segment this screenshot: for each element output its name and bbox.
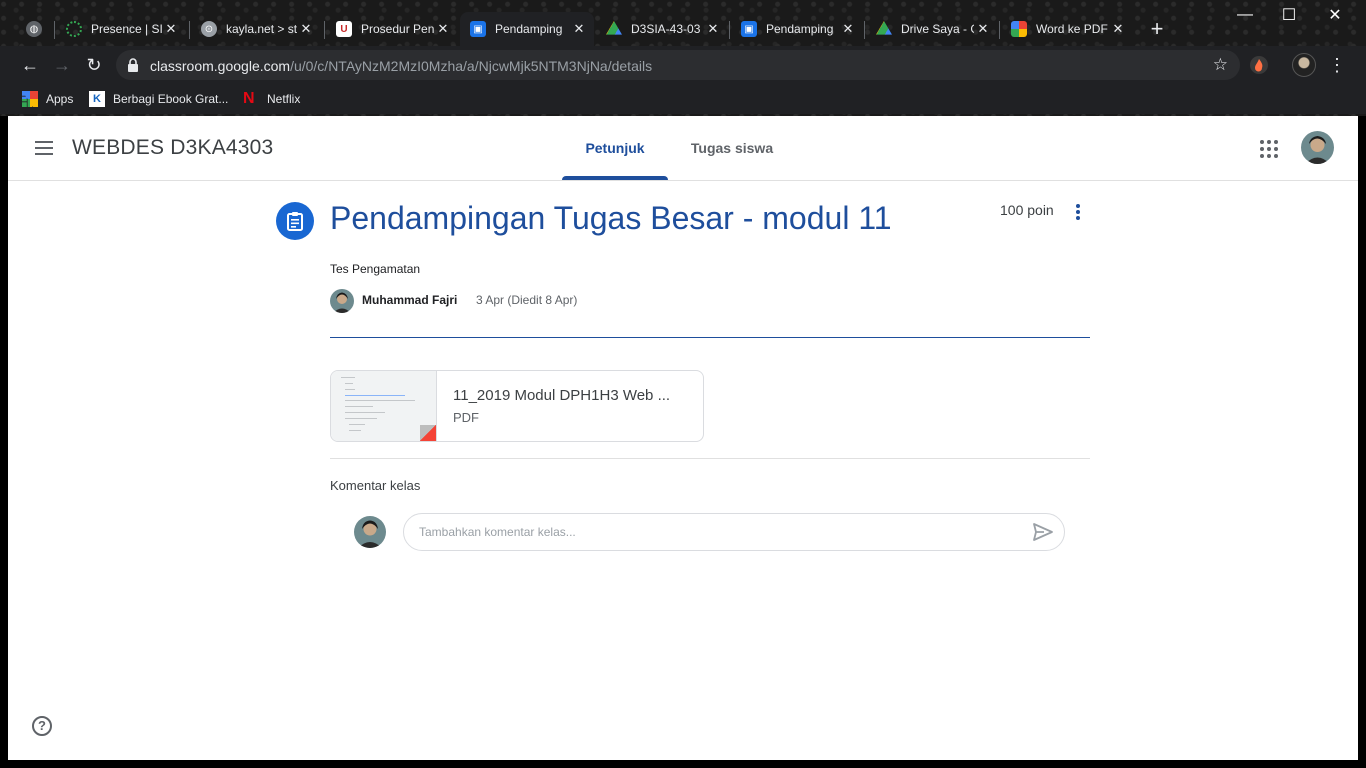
classroom-icon: ▣ <box>741 21 757 37</box>
more-options-icon[interactable] <box>1072 204 1084 224</box>
browser-tab-pendampingan[interactable]: ▣ Pendamping ✕ <box>731 12 863 46</box>
assignment-title: Pendampingan Tugas Besar - modul 11 <box>330 200 892 236</box>
address-bar[interactable]: classroom.google.com/u/0/c/NTAyNzM2MzI0M… <box>116 50 1240 80</box>
word-pdf-icon <box>1011 21 1027 37</box>
bookmark-star-icon[interactable]: ☆ <box>1213 55 1228 75</box>
netflix-icon: N <box>243 90 255 107</box>
browser-profile-avatar[interactable] <box>1292 53 1316 77</box>
class-title[interactable]: WEBDES D3KA4303 <box>72 136 273 160</box>
url-text: classroom.google.com/u/0/c/NTAyNzM2MzI0M… <box>150 58 653 74</box>
send-icon[interactable] <box>1032 522 1054 542</box>
assignment-topic: Tes Pengamatan <box>330 262 421 276</box>
classroom-icon: ▣ <box>470 21 486 37</box>
tab-petunjuk[interactable]: Petunjuk <box>562 116 668 180</box>
bookmark-ebook[interactable]: K Berbagi Ebook Grat... <box>89 89 228 109</box>
pdf-fold-icon <box>420 425 436 441</box>
browser-tab-d3sia[interactable]: D3SIA-43-03 ✕ <box>596 12 728 46</box>
drive-icon <box>606 21 622 35</box>
presence-icon <box>66 21 82 37</box>
tab-title: Pendamping <box>495 22 563 36</box>
close-icon[interactable]: ✕ <box>704 20 722 38</box>
pdf-thumbnail <box>331 371 437 441</box>
kayla-icon: ⊙ <box>201 21 217 37</box>
author-avatar <box>330 289 354 313</box>
extension-fire-icon[interactable] <box>1249 55 1269 75</box>
author-name: Muhammad Fajri <box>362 293 458 307</box>
bookmark-label: Netflix <box>267 92 301 106</box>
tab-title: Prosedur Pen <box>361 22 434 36</box>
tab-label: Petunjuk <box>585 140 645 156</box>
minimize-button[interactable]: — <box>1222 0 1268 30</box>
bookmark-apps[interactable]: Apps <box>22 89 73 109</box>
close-icon[interactable]: ✕ <box>297 20 315 38</box>
active-tab-indicator <box>562 176 668 180</box>
class-comment-input[interactable] <box>403 513 1065 551</box>
bookmark-netflix[interactable]: N Netflix <box>243 89 300 109</box>
close-icon[interactable]: ✕ <box>839 20 857 38</box>
tab-title: Pendamping <box>766 22 834 36</box>
close-icon[interactable]: ✕ <box>974 20 992 38</box>
browser-tab-drive[interactable]: Drive Saya - G ✕ <box>866 12 998 46</box>
browser-tab-prosedur[interactable]: U Prosedur Pen ✕ <box>326 12 458 46</box>
lock-icon <box>128 58 138 72</box>
browser-tab-word-pdf[interactable]: Word ke PDF ✕ <box>1001 12 1133 46</box>
tab-title: D3SIA-43-03 <box>631 22 701 36</box>
tab-title: kayla.net > st <box>226 22 297 36</box>
main-menu-icon[interactable] <box>32 138 56 158</box>
back-button[interactable]: ← <box>18 53 42 77</box>
close-window-button[interactable]: ✕ <box>1312 0 1358 30</box>
drive-icon <box>876 21 892 35</box>
browser-toolbar: ← → ↻ classroom.google.com/u/0/c/NTAyNzM… <box>0 46 1366 84</box>
browser-chrome: ◍ Presence | SIM ✕ ⊙ kayla.net > st ✕ U … <box>0 0 1366 116</box>
attachment-type: PDF <box>453 410 479 425</box>
browser-tab-pendampingan-active[interactable]: ▣ Pendamping ✕ <box>460 12 594 46</box>
bookmark-label: Apps <box>46 92 74 106</box>
tab-label: Tugas siswa <box>690 140 774 156</box>
close-icon[interactable]: ✕ <box>434 20 452 38</box>
close-icon[interactable]: ✕ <box>162 20 180 38</box>
attachment-card[interactable]: 11_2019 Modul DPH1H3 Web ... PDF <box>330 370 704 442</box>
browser-menu-icon[interactable]: ⋮ <box>1328 53 1346 77</box>
tab-title: Drive Saya - G <box>901 22 974 36</box>
class-comments-label: Komentar kelas <box>330 478 421 493</box>
ebook-icon: K <box>89 91 105 107</box>
browser-tab-kayla[interactable]: ⊙ kayla.net > st ✕ <box>191 12 321 46</box>
google-apps-icon[interactable] <box>1260 140 1278 158</box>
tab-strip: ◍ Presence | SIM ✕ ⊙ kayla.net > st ✕ U … <box>0 12 1366 46</box>
commenter-avatar <box>354 516 386 548</box>
classroom-page: WEBDES D3KA4303 Petunjuk Tugas siswa Pen… <box>8 116 1358 760</box>
tab-tugas-siswa[interactable]: Tugas siswa <box>680 116 784 180</box>
maximize-button[interactable]: ☐ <box>1266 0 1312 30</box>
reload-button[interactable]: ↻ <box>82 53 106 77</box>
assignment-points: 100 poin <box>1000 202 1054 218</box>
help-icon[interactable]: ? <box>32 716 52 736</box>
browser-tab-presence[interactable]: Presence | SIM ✕ <box>56 12 186 46</box>
attachment-name: 11_2019 Modul DPH1H3 Web ... <box>453 387 671 404</box>
forward-button[interactable]: → <box>50 53 74 77</box>
new-tab-button[interactable]: + <box>1145 18 1169 42</box>
close-icon[interactable]: ✕ <box>1109 20 1127 38</box>
bookmarks-bar: Apps K Berbagi Ebook Grat... N Netflix <box>0 84 1366 114</box>
university-icon: U <box>336 21 352 37</box>
assignment-icon <box>276 202 314 240</box>
tab-title: Word ke PDF <box>1036 22 1108 36</box>
app-header: WEBDES D3KA4303 Petunjuk Tugas siswa <box>8 116 1358 181</box>
header-divider <box>330 337 1090 338</box>
account-avatar[interactable] <box>1301 131 1334 164</box>
apps-icon <box>22 91 38 107</box>
post-date: 3 Apr (Diedit 8 Apr) <box>476 293 578 307</box>
section-divider <box>330 458 1090 459</box>
browser-tab-globe[interactable]: ◍ <box>16 12 52 46</box>
close-icon[interactable]: ✕ <box>570 20 588 38</box>
globe-icon: ◍ <box>26 21 42 37</box>
tab-title: Presence | SIM <box>91 22 162 36</box>
bookmark-label: Berbagi Ebook Grat... <box>113 92 229 106</box>
